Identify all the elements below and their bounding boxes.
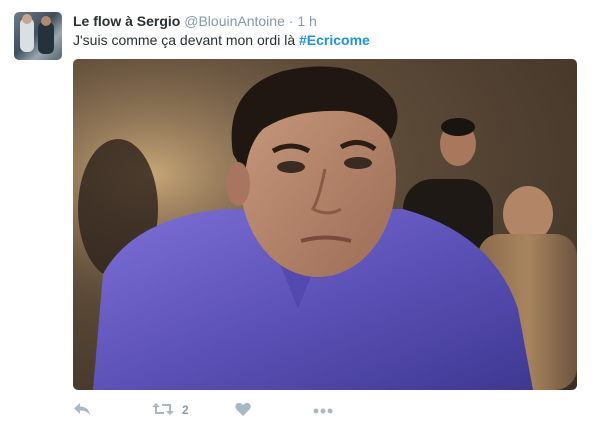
retweet-icon xyxy=(152,402,174,419)
tweet-text-body: J'suis comme ça devant mon ordi là xyxy=(73,32,299,48)
tweet-text: J'suis comme ça devant mon ordi là #Ecri… xyxy=(73,32,370,48)
tweet-header: Le flow à Sergio @BlouinAntoine · 1 h xyxy=(73,13,317,29)
timestamp[interactable]: 1 h xyxy=(297,13,316,29)
more-button[interactable] xyxy=(313,400,333,420)
reply-icon xyxy=(73,402,91,419)
tweet-photo[interactable] xyxy=(73,59,577,390)
display-name[interactable]: Le flow à Sergio xyxy=(73,13,180,29)
avatar[interactable] xyxy=(14,12,62,60)
photo-scene xyxy=(73,59,577,390)
tweet-card[interactable]: Le flow à Sergio @BlouinAntoine · 1 h J'… xyxy=(0,0,595,435)
reply-button[interactable] xyxy=(73,400,91,420)
like-icon xyxy=(235,402,251,419)
hashtag-link[interactable]: #Ecricome xyxy=(299,32,370,48)
retweet-button[interactable]: 2 xyxy=(152,400,189,420)
user-handle[interactable]: @BlouinAntoine xyxy=(184,13,285,29)
like-button[interactable] xyxy=(235,400,251,420)
more-icon xyxy=(313,403,333,417)
separator-dot: · xyxy=(288,13,294,29)
retweet-count: 2 xyxy=(182,403,189,417)
